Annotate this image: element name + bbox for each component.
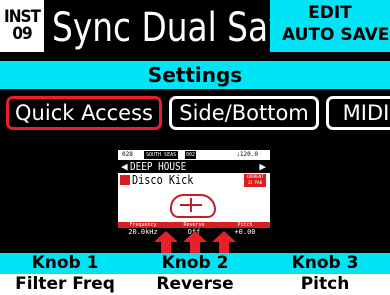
arrow-up-icon	[212, 231, 236, 253]
preview-drum-graphic	[118, 188, 270, 222]
preview-song-id: 028	[122, 151, 133, 158]
preview-next-icon: ▶	[259, 160, 266, 173]
preview-instrument-icon	[120, 175, 130, 185]
preview-kit-button: CURRENT 32 PAD	[244, 174, 266, 187]
settings-title: Settings	[0, 61, 390, 89]
tab-quick-access[interactable]: Quick Access	[6, 96, 162, 130]
knob-2-label: Knob 2	[161, 253, 229, 273]
knob-2-param[interactable]: Reverse	[130, 274, 260, 295]
preview-instrument-name: Disco Kick	[132, 173, 194, 187]
tab-midi[interactable]: MIDI	[326, 96, 390, 130]
preview-instrument-row: Disco Kick CURRENT 32 PAD	[118, 173, 270, 188]
knob-1-param[interactable]: Filter Freq	[0, 274, 130, 295]
tab-side-bottom[interactable]: Side/Bottom	[169, 96, 319, 130]
preview-bpm: ♩120.0	[236, 151, 258, 158]
instrument-number-badge: INST 09	[0, 0, 44, 52]
preview-drum-icon	[170, 194, 216, 218]
preview-kit-name: DEEP HOUSE	[130, 160, 187, 173]
arrow-up-icon	[183, 231, 207, 253]
knob-3-label: Knob 3	[291, 253, 359, 273]
preview-kit-row: ◀ DEEP HOUSE ▶	[118, 160, 270, 173]
mode-label: EDIT	[308, 3, 352, 23]
preview-drum-detail	[190, 198, 192, 212]
preview-song-number: 002	[185, 151, 197, 159]
knob-1-label: Knob 1	[31, 253, 99, 273]
preview-status-row: 028 SOUTH SEAS 002 ♩120.0	[118, 150, 270, 160]
device-preview-image: 028 SOUTH SEAS 002 ♩120.0 ◀ DEEP HOUSE ▶…	[118, 150, 270, 236]
arrow-up-icon	[154, 231, 178, 253]
preview-song-name: SOUTH SEAS	[144, 151, 179, 159]
patch-name: Sync Dual Saw	[52, 5, 295, 51]
autosave-label: AUTO SAVE	[282, 25, 390, 45]
knob-3-param[interactable]: Pitch	[260, 274, 390, 295]
inst-number: 09	[12, 24, 32, 44]
knob-labels-bar: Knob 1 Knob 2 Knob 3	[0, 253, 390, 274]
knob-params-bar: Filter Freq Reverse Pitch	[0, 274, 390, 295]
edit-mode-indicator: EDIT AUTO SAVE	[270, 0, 390, 52]
preview-prev-icon: ◀	[121, 160, 128, 173]
